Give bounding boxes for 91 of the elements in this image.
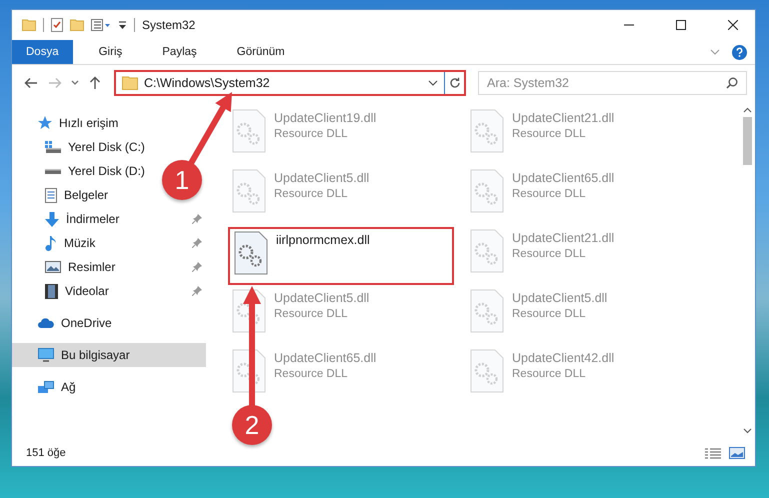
- gear-file-icon: [470, 109, 504, 153]
- gear-file-icon: [470, 349, 504, 393]
- sidebar-item[interactable]: Resimler: [12, 255, 206, 279]
- file-type: Resource DLL: [512, 128, 587, 140]
- network-icon: [38, 380, 54, 394]
- sidebar-label: Resimler: [68, 260, 116, 274]
- file-name: UpdateClient19.dll: [274, 111, 376, 125]
- ribbon-tab[interactable]: Görünüm: [222, 40, 299, 64]
- document-icon: [45, 188, 57, 202]
- up-arrow-icon: [89, 76, 101, 90]
- window-title: System32: [142, 18, 196, 32]
- large-icons-view-icon[interactable]: [729, 447, 745, 459]
- address-path: C:\Windows\System32: [144, 76, 271, 90]
- sidebar-item[interactable]: Ağ: [12, 375, 80, 399]
- refresh-icon: [448, 77, 460, 89]
- search-field[interactable]: Ara: System32: [478, 71, 747, 95]
- close-icon: [728, 20, 738, 30]
- sidebar-label: OneDrive: [61, 316, 112, 330]
- windows-drive-icon: [45, 141, 61, 153]
- computer-icon: [38, 348, 54, 362]
- file-type: Resource DLL: [274, 308, 349, 320]
- file-name: UpdateClient21.dll: [512, 231, 614, 245]
- cloud-icon: [38, 318, 54, 328]
- properties-icon[interactable]: [91, 19, 111, 31]
- file-type: Resource DLL: [512, 188, 587, 200]
- chevron-down-icon: [71, 80, 79, 86]
- gear-file-icon: [470, 229, 504, 273]
- file-type: Resource DLL: [512, 368, 587, 380]
- file-type: Resource DLL: [274, 128, 349, 140]
- sidebar-item[interactable]: Belgeler: [12, 183, 120, 207]
- music-note-icon: [45, 236, 57, 250]
- details-view-icon[interactable]: [705, 448, 721, 458]
- sidebar-label: İndirmeler: [66, 212, 120, 226]
- file-name: iirlpnormcmex.dll: [276, 233, 370, 247]
- ribbon-tab[interactable]: Paylaş: [148, 40, 211, 64]
- gear-file-icon: [232, 169, 266, 213]
- download-arrow-icon: [45, 212, 59, 226]
- file-type: Resource DLL: [512, 308, 587, 320]
- search-icon[interactable]: [726, 77, 738, 89]
- folder-icon: [122, 76, 138, 90]
- help-icon[interactable]: [732, 44, 747, 60]
- gear-file-icon: [232, 349, 266, 393]
- star-icon: [38, 116, 52, 130]
- drive-icon: [45, 168, 61, 174]
- sidebar-label: Belgeler: [64, 188, 108, 202]
- sidebar-item[interactable]: Yerel Disk (C:): [12, 135, 156, 159]
- sidebar-label: Yerel Disk (C:): [68, 140, 145, 154]
- file-item[interactable]: iirlpnormcmex.dll: [228, 227, 454, 285]
- forward-arrow-icon: [48, 77, 62, 89]
- back-arrow-icon: [24, 77, 38, 89]
- sidebar-label: Bu bilgisayar: [61, 348, 130, 362]
- file-type: Resource DLL: [274, 368, 349, 380]
- sidebar-item[interactable]: Videolar: [12, 279, 206, 303]
- file-name: UpdateClient5.dll: [512, 291, 608, 305]
- scroll-up-icon[interactable]: [742, 107, 752, 113]
- sidebar-label: Müzik: [64, 236, 96, 250]
- gear-file-icon: [232, 109, 266, 153]
- checklist-icon[interactable]: [51, 18, 63, 32]
- gear-file-icon: [234, 231, 268, 275]
- maximize-icon: [676, 20, 686, 30]
- sidebar-item[interactable]: İndirmeler: [12, 207, 206, 231]
- ribbon-tab[interactable]: Giriş: [84, 40, 136, 64]
- sidebar-item[interactable]: Müzik: [12, 231, 206, 255]
- sidebar-item[interactable]: Bu bilgisayar: [12, 343, 206, 367]
- sidebar-item[interactable]: Hızlı erişim: [12, 111, 122, 135]
- sidebar-label: Hızlı erişim: [59, 116, 118, 130]
- file-name: UpdateClient5.dll: [274, 171, 370, 185]
- sidebar-label: Videolar: [65, 284, 109, 298]
- film-strip-icon: [45, 284, 58, 298]
- minimize-icon: [624, 24, 634, 26]
- file-type: Resource DLL: [274, 188, 349, 200]
- address-bar[interactable]: C:\Windows\System32: [114, 70, 466, 96]
- chevron-down-icon[interactable]: [428, 80, 438, 86]
- file-name: UpdateClient65.dll: [512, 171, 614, 185]
- file-name: UpdateClient42.dll: [512, 351, 614, 365]
- scroll-down-icon[interactable]: [742, 428, 752, 434]
- sidebar-label: Yerel Disk (D:): [68, 164, 145, 178]
- file-name: UpdateClient65.dll: [274, 351, 376, 365]
- file-name: UpdateClient21.dll: [512, 111, 614, 125]
- gear-file-icon: [470, 289, 504, 333]
- scrollbar-thumb[interactable]: [742, 117, 752, 165]
- ribbon-tab[interactable]: Dosya: [12, 40, 73, 64]
- sidebar-label: Ağ: [61, 380, 76, 394]
- dropdown-icon[interactable]: [118, 20, 127, 30]
- file-name: UpdateClient5.dll: [274, 291, 370, 305]
- gear-file-icon: [470, 169, 504, 213]
- sidebar-item[interactable]: Yerel Disk (D:): [12, 159, 156, 183]
- file-type: Resource DLL: [512, 248, 587, 260]
- item-count: 151 öğe: [26, 447, 66, 459]
- picture-icon: [45, 261, 61, 273]
- sidebar-item[interactable]: OneDrive: [12, 311, 116, 335]
